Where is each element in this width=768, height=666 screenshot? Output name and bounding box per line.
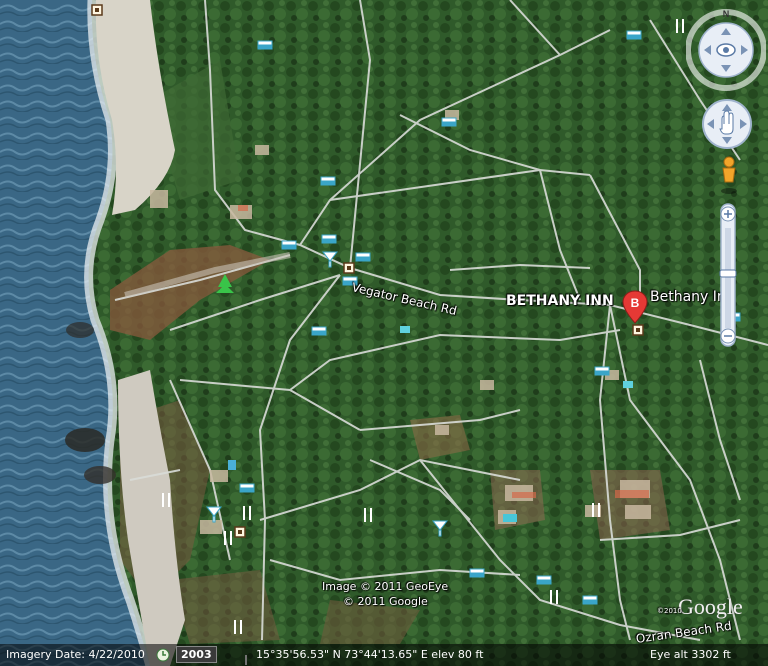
restaurant-icon[interactable] xyxy=(234,620,242,634)
logo-year: ©2010 xyxy=(657,607,682,615)
place-marker-icon[interactable]: B xyxy=(622,290,648,326)
clock-icon[interactable] xyxy=(156,648,170,662)
lodging-icon[interactable] xyxy=(355,252,371,262)
imagery-attribution: Image © 2011 GeoEye xyxy=(322,580,449,593)
lodging-icon[interactable] xyxy=(281,240,297,250)
poi-layer xyxy=(91,4,741,665)
bar-icon[interactable] xyxy=(431,520,449,537)
lodging-icon[interactable] xyxy=(626,30,642,40)
zoom-in-button[interactable] xyxy=(720,206,736,222)
restaurant-icon[interactable] xyxy=(592,503,600,517)
lodging-icon[interactable] xyxy=(582,595,598,605)
lodging-icon[interactable] xyxy=(536,575,552,585)
lodging-icon[interactable] xyxy=(239,483,255,493)
street-view-pegman-icon[interactable] xyxy=(716,155,742,195)
lodging-icon[interactable] xyxy=(441,117,457,127)
restaurant-icon[interactable] xyxy=(162,493,170,507)
historical-year[interactable]: 2003 xyxy=(176,646,217,663)
imagery-date: Imagery Date: 4/22/2010 xyxy=(6,648,145,661)
restaurant-icon[interactable] xyxy=(224,531,232,545)
place-marker-letter: B xyxy=(631,296,640,310)
compass-north[interactable]: N xyxy=(723,9,730,19)
lodging-icon[interactable] xyxy=(469,568,485,578)
lodging-icon[interactable] xyxy=(594,366,610,376)
park-icon[interactable] xyxy=(216,274,234,293)
eye-altitude: Eye alt 3302 ft xyxy=(650,648,731,661)
restaurant-icon[interactable] xyxy=(243,506,251,520)
lodging-icon[interactable] xyxy=(257,40,273,50)
lodging-icon[interactable] xyxy=(320,176,336,186)
status-bar: Imagery Date: 4/22/2010 2003 15°35'56.53… xyxy=(0,644,768,666)
lodging-icon[interactable] xyxy=(321,234,337,244)
place-label-large: BETHANY INN xyxy=(506,293,614,309)
google-logo: Google xyxy=(678,594,743,619)
zoom-out-button[interactable] xyxy=(720,328,736,344)
restaurant-icon[interactable] xyxy=(364,508,372,522)
bar-icon[interactable] xyxy=(321,251,339,268)
coordinates-readout: 15°35'56.53" N 73°44'13.65" E elev 80 ft xyxy=(256,648,484,661)
zoom-slider[interactable] xyxy=(716,200,740,350)
lodging-icon[interactable] xyxy=(311,326,327,336)
zoom-thumb[interactable] xyxy=(719,269,737,278)
restaurant-icon[interactable] xyxy=(676,19,684,33)
bar-icon[interactable] xyxy=(205,506,223,523)
satellite-map-view[interactable]: Vegator Beach Rd Ozran Beach Rd BETHANY … xyxy=(0,0,768,666)
look-control[interactable]: N xyxy=(686,6,766,96)
move-control[interactable] xyxy=(700,97,754,151)
copyright-attribution: © 2011 Google xyxy=(343,595,428,608)
restaurant-icon[interactable] xyxy=(550,590,558,604)
